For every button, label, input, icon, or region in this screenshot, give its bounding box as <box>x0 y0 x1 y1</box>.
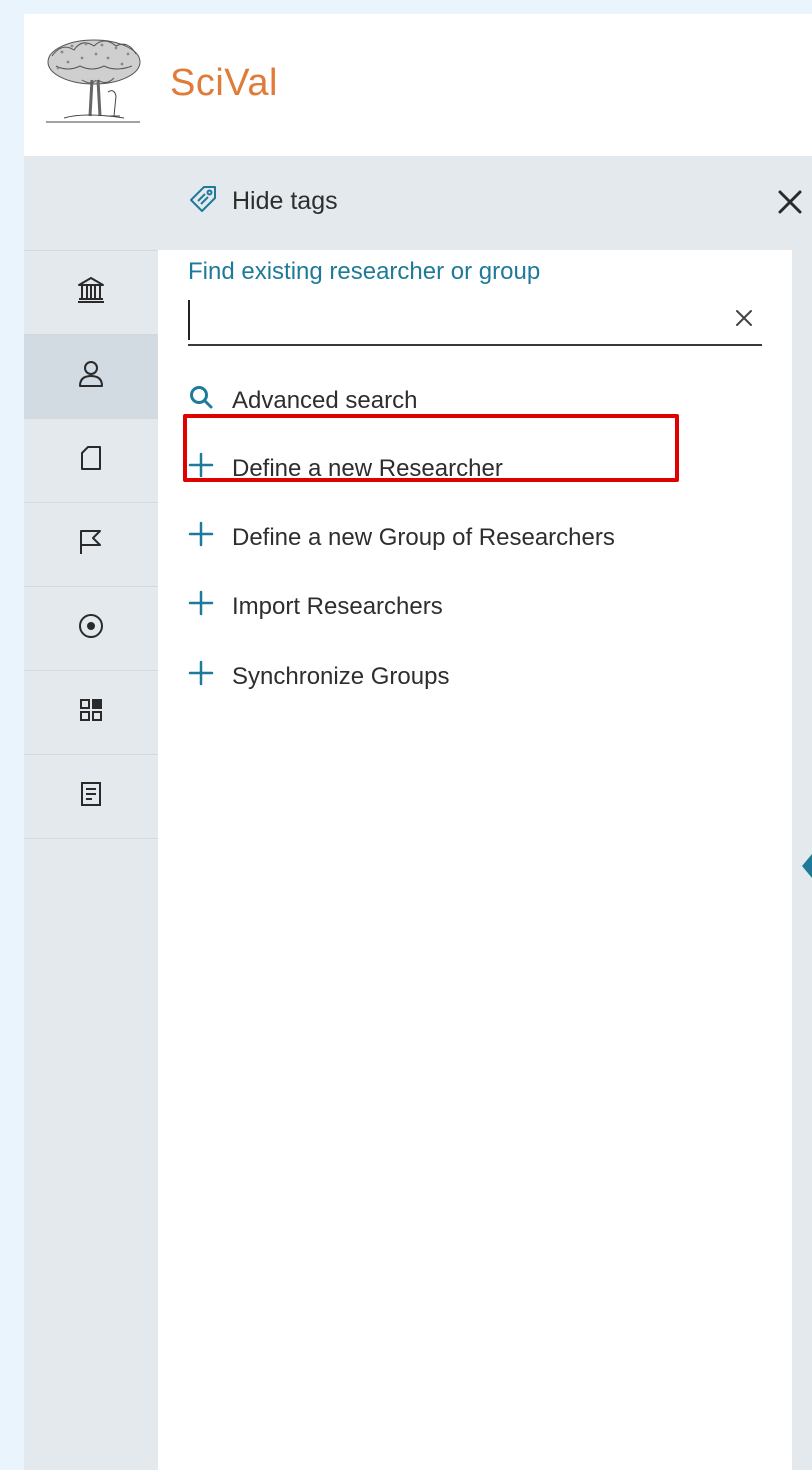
search-field <box>188 298 762 346</box>
synchronize-groups-link[interactable]: Synchronize Groups <box>188 660 449 693</box>
report-icon <box>76 779 106 814</box>
define-new-researcher-link[interactable]: Define a new Researcher <box>188 452 503 485</box>
country-flag-icon <box>76 527 106 562</box>
search-icon <box>188 384 214 417</box>
researcher-icon <box>76 359 106 394</box>
plus-icon <box>188 660 214 693</box>
sidebar-item-dashboards[interactable] <box>24 670 158 754</box>
sidebar <box>24 250 158 1470</box>
dashboard-grid-icon <box>76 695 106 730</box>
close-icon <box>734 308 754 333</box>
researchers-panel: Find existing researcher or group Advanc… <box>144 250 792 1470</box>
close-panel-button[interactable] <box>768 182 812 226</box>
hide-tags-button[interactable]: Hide tags <box>188 184 338 219</box>
sidebar-item-publications[interactable] <box>24 418 158 502</box>
search-input[interactable] <box>188 300 718 340</box>
clear-search-button[interactable] <box>726 302 762 338</box>
close-icon <box>776 188 804 221</box>
sidebar-item-countries[interactable] <box>24 502 158 586</box>
app-window: SciVal Hide tags Find existing researche… <box>24 14 812 1470</box>
plus-icon <box>188 590 214 623</box>
import-researchers-link[interactable]: Import Researchers <box>188 590 443 623</box>
tag-icon <box>188 184 218 219</box>
sidebar-item-topics[interactable] <box>24 586 158 670</box>
define-new-researcher-label: Define a new Researcher <box>232 454 503 482</box>
import-researchers-label: Import Researchers <box>232 592 443 620</box>
publication-icon <box>76 443 106 478</box>
elsevier-logo <box>42 36 144 128</box>
find-existing-label: Find existing researcher or group <box>188 258 541 285</box>
expand-handle-icon[interactable] <box>802 854 812 878</box>
hide-tags-label: Hide tags <box>232 187 338 215</box>
sidebar-item-institutions[interactable] <box>24 250 158 334</box>
active-pointer <box>144 334 158 418</box>
brand-name[interactable]: SciVal <box>170 62 278 105</box>
define-new-group-link[interactable]: Define a new Group of Researchers <box>188 521 615 554</box>
synchronize-groups-label: Synchronize Groups <box>232 662 450 690</box>
header: SciVal <box>24 14 812 156</box>
sidebar-item-researchers[interactable] <box>24 334 158 418</box>
define-new-group-label: Define a new Group of Researchers <box>232 523 615 551</box>
plus-icon <box>188 521 214 554</box>
sidebar-item-reports[interactable] <box>24 754 158 839</box>
topic-target-icon <box>76 611 106 646</box>
institution-icon <box>76 275 106 310</box>
plus-icon <box>188 452 214 485</box>
advanced-search-label: Advanced search <box>232 386 418 414</box>
tag-bar: Hide tags <box>24 156 812 250</box>
advanced-search-link[interactable]: Advanced search <box>188 384 417 417</box>
